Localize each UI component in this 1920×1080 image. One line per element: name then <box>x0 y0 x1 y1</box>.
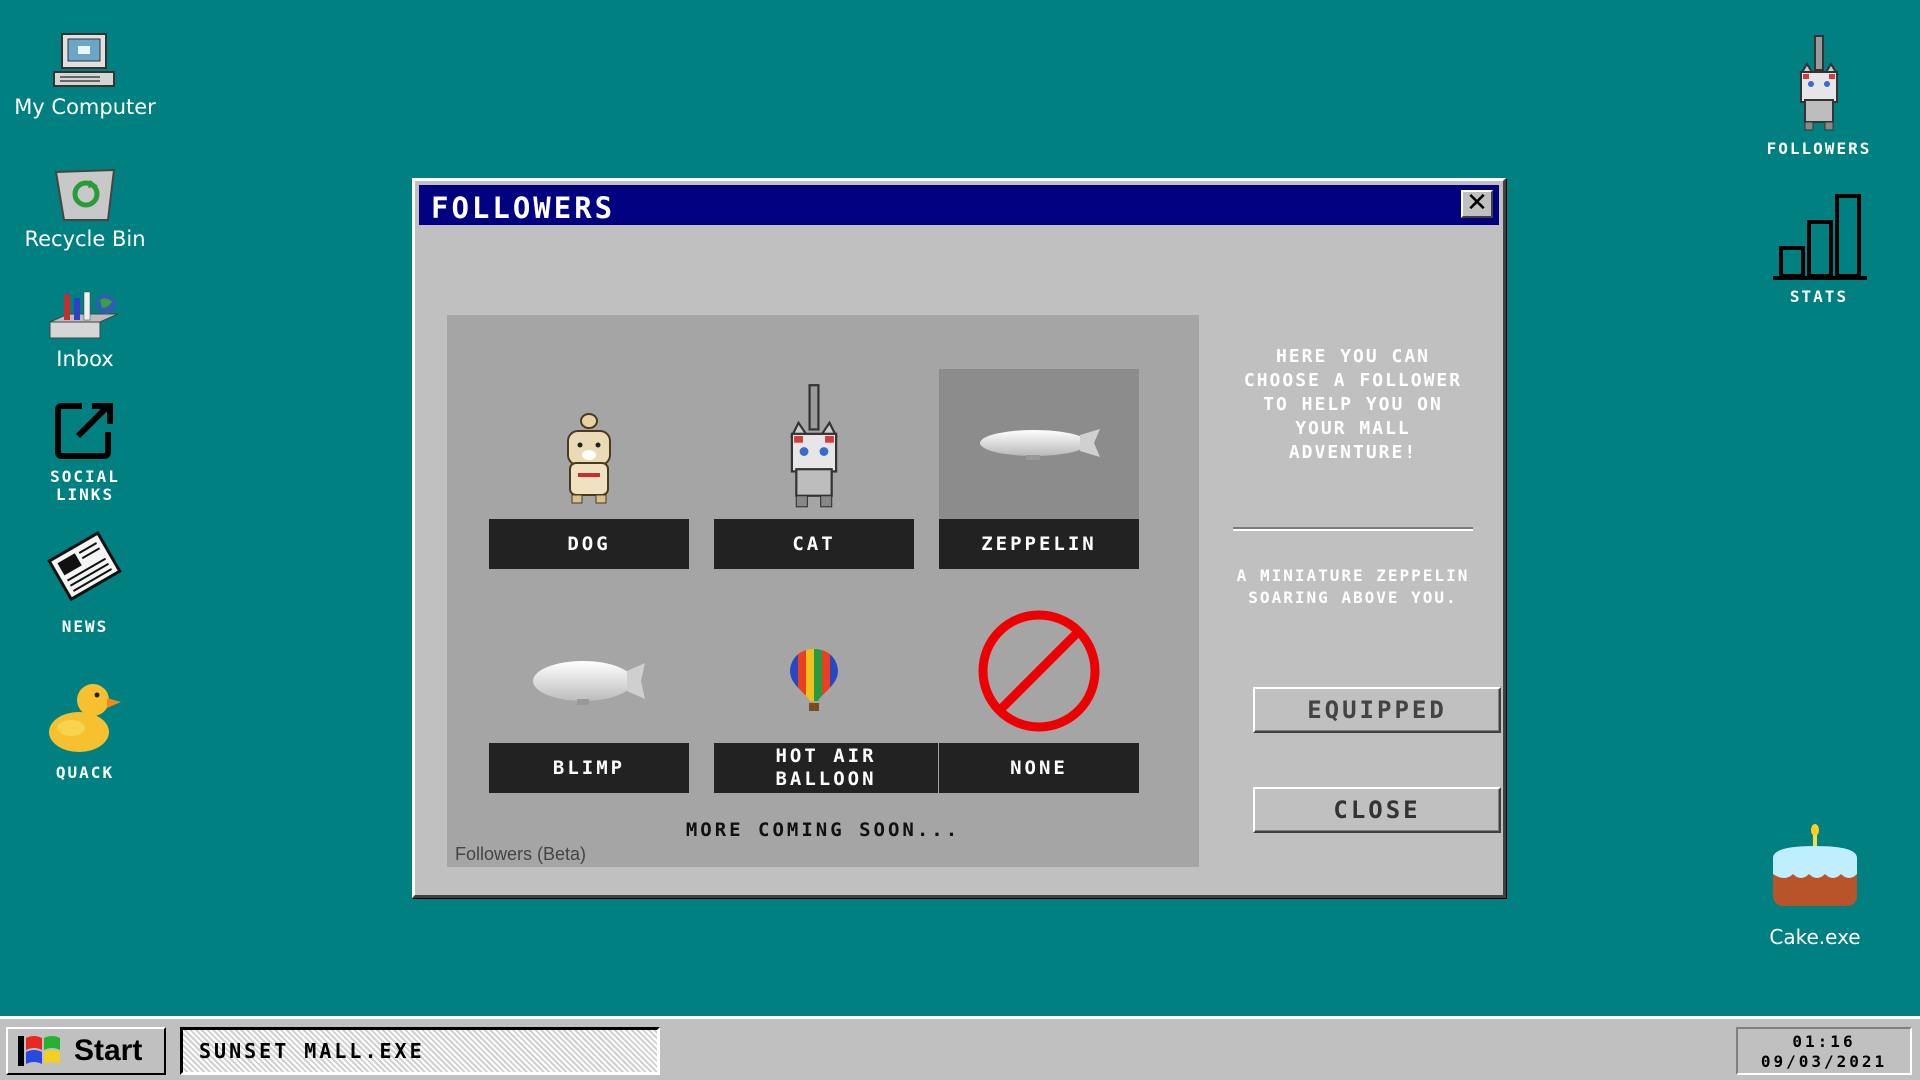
close-button[interactable]: CLOSE <box>1253 787 1501 833</box>
hot-air-balloon-icon <box>790 649 838 711</box>
desktop-icon-followers[interactable]: FOLLOWERS <box>1734 34 1904 158</box>
desktop-icon-stats[interactable]: STATS <box>1734 192 1904 306</box>
desktop-icon-label: STATS <box>1789 287 1849 306</box>
desktop-icon-my-computer[interactable]: My Computer <box>0 16 170 118</box>
follower-option-hot-air-balloon[interactable]: HOT AIR BALLOON <box>714 593 938 793</box>
follower-option-dog[interactable]: DOG <box>489 369 689 569</box>
taskbar: Start SUNSET MALL.EXE 01:16 09/03/2021 <box>0 1016 1920 1080</box>
equipped-button[interactable]: EQUIPPED <box>1253 687 1501 733</box>
follower-option-cat[interactable]: CAT <box>714 369 914 569</box>
desktop-icon-label: QUACK <box>55 763 115 782</box>
more-coming-soon-text: MORE COMING SOON... <box>685 819 961 841</box>
zeppelin-icon <box>980 429 1100 460</box>
follower-label: ZEPPELIN <box>939 519 1139 569</box>
desktop-icon-label: Recycle Bin <box>24 227 146 251</box>
clock-time: 01:16 <box>1792 1032 1856 1051</box>
recycle-bin-icon <box>54 168 116 221</box>
follower-label: CAT <box>714 519 914 569</box>
window-close-button[interactable]: ✕ <box>1461 190 1493 218</box>
rubber-duck-icon <box>49 684 121 752</box>
cat-icon <box>790 384 838 508</box>
desktop-icon-cake[interactable]: Cake.exe <box>1730 824 1900 948</box>
desktop-icon-news[interactable]: NEWS <box>0 530 170 636</box>
follower-label: BLIMP <box>489 743 689 793</box>
blimp-icon <box>533 661 645 705</box>
follower-option-none[interactable]: NONE <box>939 593 1139 793</box>
panel-caption: Followers (Beta) <box>455 844 587 864</box>
followers-window: FOLLOWERS ✕ DOG CAT ZEPPELIN BLIMP HOT A… <box>412 178 1506 898</box>
desktop-icon-social-links[interactable]: SOCIAL LINKS <box>0 388 170 504</box>
none-icon <box>978 610 1100 732</box>
desktop-icon-label: NEWS <box>61 617 109 636</box>
desktop-icon-label: Inbox <box>56 347 114 371</box>
follower-label: NONE <box>939 743 1139 793</box>
windows-logo-icon <box>18 1036 60 1066</box>
start-label: Start <box>74 1034 143 1067</box>
follower-label: DOG <box>489 519 689 569</box>
window-title: FOLLOWERS <box>431 191 616 225</box>
intro-text: HERE YOU CAN CHOOSE A FOLLOWER TO HELP Y… <box>1243 346 1463 463</box>
followers-grid-panel: DOG CAT ZEPPELIN BLIMP HOT AIR BALLOON N… <box>447 315 1199 867</box>
start-button[interactable]: Start <box>6 1027 166 1075</box>
dog-icon <box>567 413 611 504</box>
desktop-icon-quack[interactable]: QUACK <box>0 680 170 782</box>
follower-description: A MINIATURE ZEPPELIN SOARING ABOVE YOU. <box>1236 566 1470 607</box>
desktop-icon-label: My Computer <box>14 95 156 119</box>
cake-icon <box>1773 824 1857 906</box>
cat-icon <box>1799 35 1839 131</box>
newspaper-icon <box>47 531 122 602</box>
window-titlebar[interactable]: FOLLOWERS ✕ <box>419 185 1499 225</box>
divider <box>1233 527 1473 531</box>
desktop-icon-label: SOCIAL LINKS <box>50 467 120 504</box>
system-clock: 01:16 09/03/2021 <box>1736 1027 1912 1075</box>
follower-label: HOT AIR BALLOON <box>714 743 938 793</box>
close-icon: ✕ <box>1466 188 1488 218</box>
follower-option-zeppelin[interactable]: ZEPPELIN <box>939 369 1139 569</box>
clock-date: 09/03/2021 <box>1760 1052 1888 1071</box>
desktop-icon-recycle-bin[interactable]: Recycle Bin <box>0 148 170 250</box>
computer-icon <box>53 33 115 87</box>
bar-chart-icon <box>1773 194 1867 280</box>
taskbar-item-sunset-mall[interactable]: SUNSET MALL.EXE <box>180 1027 660 1075</box>
follower-option-blimp[interactable]: BLIMP <box>489 593 689 793</box>
desktop-icon-label: Cake.exe <box>1769 925 1861 949</box>
external-link-icon <box>55 403 113 459</box>
desktop-icon-label: FOLLOWERS <box>1766 139 1872 158</box>
desktop-icon-inbox[interactable]: Inbox <box>0 268 170 370</box>
inbox-icon <box>49 291 119 339</box>
